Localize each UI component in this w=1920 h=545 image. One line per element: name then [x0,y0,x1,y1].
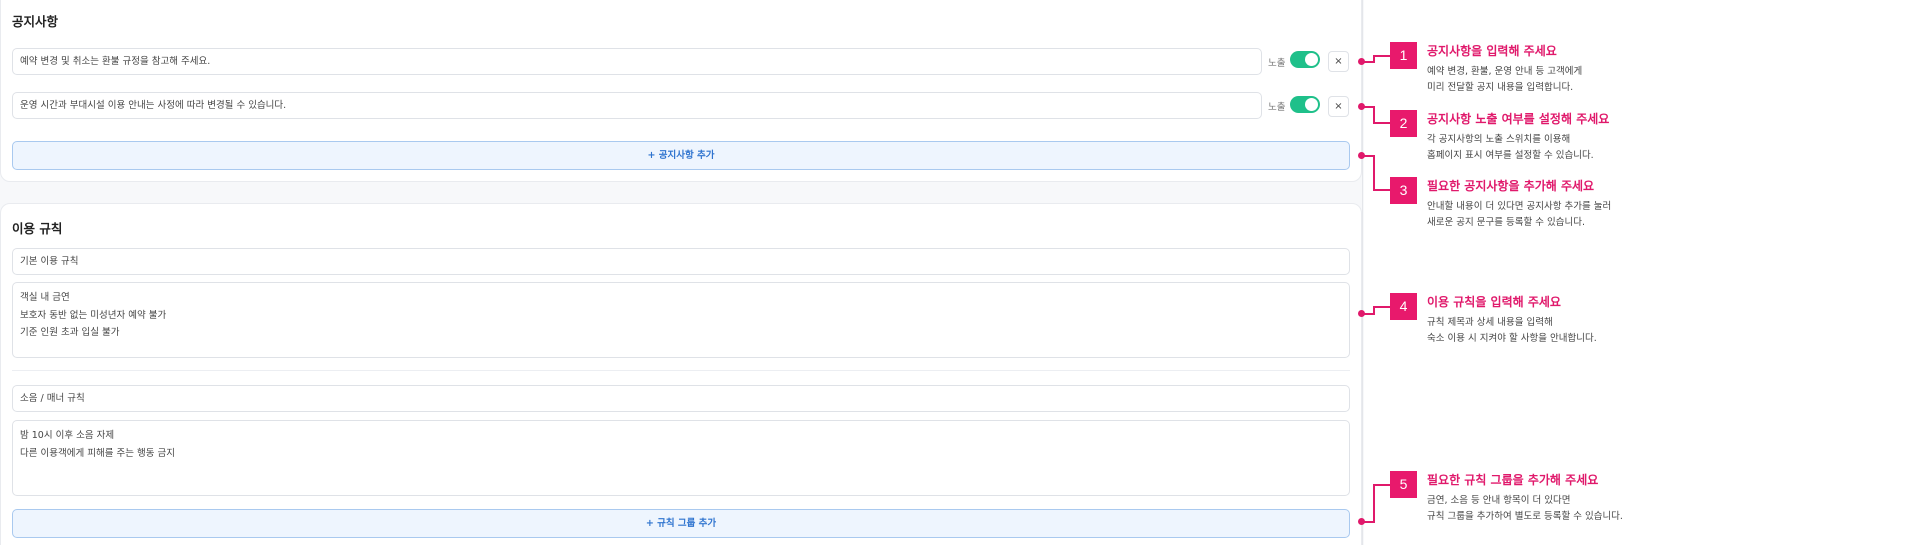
annotation-title-4: 이용 규칙을 입력해 주세요 [1427,295,1561,309]
connector [1373,484,1390,486]
connector [1373,122,1390,124]
annotation-desc-line: 각 공지사항의 노출 스위치를 이용해 [1427,134,1571,145]
rule-group-content-2[interactable]: 밤 10시 이후 소음 자제 다른 이용객에게 피해를 주는 행동 금지 [12,420,1350,496]
connector [1373,106,1375,123]
annotation-desc-line: 안내할 내용이 더 있다면 공지사항 추가를 눌러 [1427,201,1612,212]
add-notice-button[interactable]: + 공지사항 추가 [12,141,1350,170]
notice-input-2[interactable]: 운영 시간과 부대시설 이용 안내는 사정에 따라 변경될 수 있습니다. [12,92,1262,119]
annotation-title-1: 공지사항을 입력해 주세요 [1427,44,1557,58]
exposure-toggle-1[interactable] [1290,51,1320,68]
rule-line: 밤 10시 이후 소음 자제 [20,430,115,441]
annotation-badge-4: 4 [1390,293,1417,320]
annotation-desc-line: 새로운 공지 문구를 등록할 수 있습니다. [1427,217,1585,228]
toggle-knob [1305,98,1318,111]
annotation-desc-4: 규칙 제목과 상세 내용을 입력해 숙소 이용 시 지켜야 할 사항을 안내합니… [1427,315,1597,347]
annotation-title-5: 필요한 규칙 그룹을 추가해 주세요 [1427,473,1599,487]
settings-form-area: 공지사항 예약 변경 및 취소는 환불 규정을 참고해 주세요. 노출 × 운영… [0,0,1364,545]
connector [1373,306,1390,308]
annotation-title-2: 공지사항 노출 여부를 설정해 주세요 [1427,112,1610,126]
annotation-badge-1: 1 [1390,42,1417,69]
annotation-desc-line: 홈페이지 표시 여부를 설정할 수 있습니다. [1427,150,1594,161]
connector [1373,189,1390,191]
annotation-badge-5: 5 [1390,471,1417,498]
annotation-desc-line: 금연, 소음 등 안내 항목이 더 있다면 [1427,495,1571,506]
add-rule-group-button[interactable]: + 규칙 그룹 추가 [12,509,1350,538]
exposure-label-2: 노출 [1268,102,1286,113]
delete-notice-button-2[interactable]: × [1328,96,1349,117]
rule-line: 다른 이용객에게 피해를 주는 행동 금지 [20,447,175,459]
rules-section-title: 이용 규칙 [12,221,63,236]
exposure-label-1: 노출 [1268,58,1286,69]
annotation-desc-line: 숙소 이용 시 지켜야 할 사항을 안내합니다. [1427,333,1597,344]
exposure-toggle-2[interactable] [1290,96,1320,113]
rule-line: 기준 인원 초과 입실 불가 [20,327,120,338]
rule-line: 객실 내 금연 [20,292,70,303]
delete-notice-button-1[interactable]: × [1328,51,1349,72]
notice-section-title: 공지사항 [12,14,59,29]
rule-group-title-input-2[interactable]: 소음 / 매너 규칙 [12,385,1350,412]
annotation-desc-5: 금연, 소음 등 안내 항목이 더 있다면 규칙 그룹을 추가하여 별도로 등록… [1427,493,1623,525]
toggle-knob [1305,53,1318,66]
annotation-desc-line: 미리 전달할 공지 내용을 입력합니다. [1427,82,1574,93]
annotation-desc-3: 안내할 내용이 더 있다면 공지사항 추가를 눌러 새로운 공지 문구를 등록할… [1427,199,1611,231]
connector [1373,484,1375,523]
notice-input-1[interactable]: 예약 변경 및 취소는 환불 규정을 참고해 주세요. [12,48,1262,75]
connector [1373,155,1375,190]
connector [1373,55,1390,57]
annotation-desc-line: 규칙 그룹을 추가하여 별도로 등록할 수 있습니다. [1427,511,1623,522]
rule-group-content-1[interactable]: 객실 내 금연 보호자 동반 없는 미성년자 예약 불가 기준 인원 초과 입실… [12,282,1350,358]
annotation-badge-2: 2 [1390,110,1417,137]
rule-group-divider [12,370,1350,371]
annotation-desc-line: 규칙 제목과 상세 내용을 입력해 [1427,317,1553,328]
annotation-desc-2: 각 공지사항의 노출 스위치를 이용해 홈페이지 표시 여부를 설정할 수 있습… [1427,132,1594,164]
annotation-desc-line: 예약 변경, 환불, 운영 안내 등 고객에게 [1427,66,1583,77]
panel-divider [1362,0,1363,545]
rule-group-title-input-1[interactable]: 기본 이용 규칙 [12,248,1350,275]
annotation-title-3: 필요한 공지사항을 추가해 주세요 [1427,179,1595,193]
annotation-desc-1: 예약 변경, 환불, 운영 안내 등 고객에게 미리 전달할 공지 내용을 입력… [1427,64,1582,96]
annotation-badge-3: 3 [1390,177,1417,204]
rule-line: 보호자 동반 없는 미성년자 예약 불가 [20,309,167,321]
